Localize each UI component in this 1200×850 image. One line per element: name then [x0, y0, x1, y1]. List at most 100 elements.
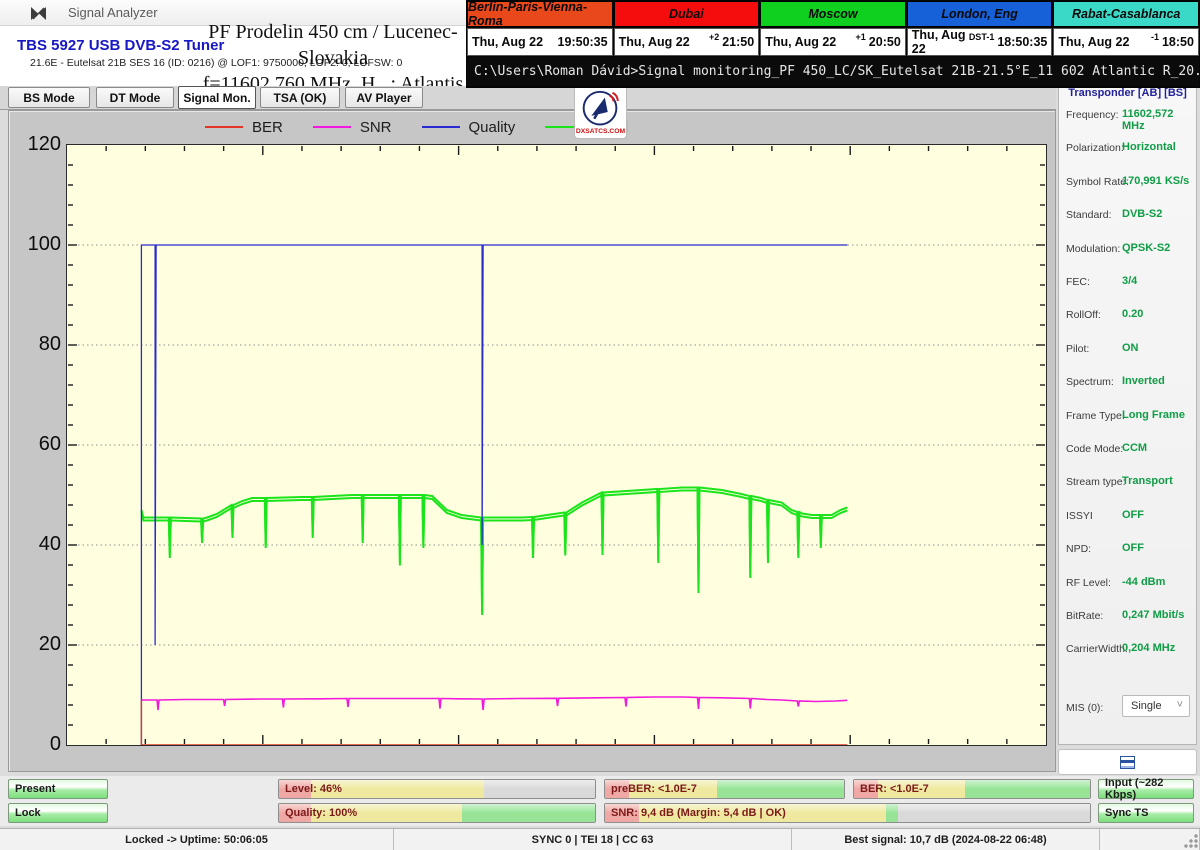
clock-time: 21:50: [722, 35, 754, 49]
transponder-row-code-mode-: Code Mode:CCM: [1059, 439, 1196, 461]
param-value: OFF: [1122, 542, 1144, 554]
legend-item-quality: Quality: [422, 119, 516, 136]
transponder-row-modulation-: Modulation:QPSK-S2: [1059, 239, 1196, 261]
param-value: 170,991 KS/s: [1122, 175, 1189, 187]
clock-offset: DST-1: [969, 32, 995, 42]
param-value: 0.20: [1122, 308, 1143, 320]
clock-date: Thu, Aug 22: [765, 35, 855, 49]
status-badge-present: Present: [8, 779, 108, 799]
param-value: DVB-S2: [1122, 208, 1162, 220]
series-ber: [141, 700, 847, 745]
param-value: CCM: [1122, 442, 1147, 454]
param-label: Symbol Rate:: [1066, 176, 1129, 188]
clock-date: Thu, Aug 22: [912, 28, 969, 56]
y-tick-label: 100: [15, 233, 61, 256]
tab-tsa-ok-[interactable]: TSA (OK): [260, 87, 340, 108]
clock-time-cell: Thu, Aug 22+120:50: [760, 28, 906, 56]
param-value: Long Frame: [1122, 409, 1185, 421]
clock-time: 20:50: [869, 35, 901, 49]
dish-location-text: PF Prodelin 450 cm / Lucenec-Slovakia: [178, 19, 488, 71]
param-label: Code Mode:: [1066, 443, 1123, 455]
param-label: BitRate:: [1066, 610, 1103, 622]
legend-swatch: [205, 126, 243, 128]
gauge-level: Level: 46%: [278, 779, 596, 799]
series-snr: [141, 697, 847, 710]
transponder-info-panel: Transponder [AB] [BS] Frequency:11602,57…: [1058, 85, 1197, 745]
clock-date: Thu, Aug 22: [619, 35, 709, 49]
y-tick-label: 0: [15, 733, 61, 756]
clock-offset: +2: [709, 32, 719, 42]
dxsatcs-logo: DXSATCS.COM: [574, 85, 627, 139]
legend-swatch: [313, 126, 351, 128]
gauge-label: Level: 46%: [285, 783, 342, 795]
gauge-quality: Quality: 100%: [278, 803, 596, 823]
param-label: RF Level:: [1066, 577, 1111, 589]
status-badge-input-282-kbps-: Input (~282 Kbps): [1098, 779, 1194, 799]
param-value: QPSK-S2: [1122, 242, 1170, 254]
clock-time-cell: Thu, Aug 22DST-118:50:35: [907, 28, 1053, 56]
tab-signal-mon-[interactable]: Signal Mon.: [178, 86, 256, 109]
terminal-prompt-line[interactable]: C:\Users\Roman Dávid>Signal monitoring_P…: [467, 57, 1199, 86]
clock-time-cell: Thu, Aug 22+221:50: [614, 28, 760, 56]
clock-city: Moscow: [760, 1, 906, 27]
window-title: Signal Analyzer: [68, 5, 158, 20]
mis-select[interactable]: Single ˅: [1122, 695, 1190, 717]
series-level: [141, 491, 847, 616]
legend-label: SNR: [360, 119, 392, 136]
stream-table-button[interactable]: [1058, 749, 1197, 775]
clock-date: Thu, Aug 22: [1058, 35, 1151, 49]
param-label: Stream type:: [1066, 476, 1126, 488]
param-value: -44 dBm: [1122, 576, 1165, 588]
gauge-ber: BER: <1.0E-7: [853, 779, 1091, 799]
transponder-row-frame-type-: Frame Type:Long Frame: [1059, 406, 1196, 428]
series-level: [141, 488, 847, 613]
transponder-row-frequency-: Frequency:11602,572 MHz: [1059, 105, 1196, 127]
chevron-down-icon: ˅: [1177, 699, 1183, 711]
clock-city: Berlin-Paris-Vienna-Roma: [467, 1, 613, 27]
legend-label: Quality: [469, 119, 516, 136]
param-label: Pilot:: [1066, 343, 1089, 355]
status-band: Present Lock Input (~282 Kbps) Sync TS Level…: [0, 776, 1200, 826]
transponder-row-polarization-: Polarization:Horizontal: [1059, 138, 1196, 160]
legend-swatch: [422, 126, 460, 128]
transponder-row-stream-type-: Stream type:Transport: [1059, 472, 1196, 494]
clock-time-row: Thu, Aug 2219:50:35Thu, Aug 22+221:50Thu…: [467, 28, 1199, 56]
param-value: OFF: [1122, 509, 1144, 521]
clock-offset: -1: [1151, 32, 1159, 42]
param-label: Frame Type:: [1066, 410, 1125, 422]
table-icon: [1120, 756, 1135, 769]
tab-av-player[interactable]: AV Player: [345, 87, 423, 108]
tab-dt-mode[interactable]: DT Mode: [96, 87, 174, 108]
clock-time-cell: Thu, Aug 2219:50:35: [467, 28, 613, 56]
signal-monitor-chart-panel: BERSNRQualityLevel 120100806040200: [8, 110, 1056, 772]
legend-item-ber: BER: [205, 119, 283, 136]
transponder-row-rolloff-: RollOff: 0.20: [1059, 305, 1196, 327]
transponder-row-rf-level-: RF Level: -44 dBm: [1059, 573, 1196, 595]
chart-legend: BERSNRQualityLevel: [205, 115, 628, 139]
signal-analyzer-window: Signal Analyzer TBS 5927 USB DVB-S2 Tune…: [0, 0, 1200, 850]
transponder-panel-header: Transponder [AB] [BS]: [1059, 87, 1196, 99]
footer-section-1: SYNC 0 | TEI 18 | CC 63: [394, 829, 792, 850]
transponder-row-standard-: Standard:DVB-S2: [1059, 205, 1196, 227]
param-label: RollOff:: [1066, 309, 1101, 321]
gauge-preber: preBER: <1.0E-7: [604, 779, 845, 799]
gauge-label: Quality: 100%: [285, 807, 357, 819]
tab-bs-mode[interactable]: BS Mode: [8, 87, 90, 108]
transponder-row-issyi: ISSYIOFF: [1059, 506, 1196, 528]
transponder-row-symbol-rate-: Symbol Rate:170,991 KS/s: [1059, 172, 1196, 194]
transponder-row-spectrum-: Spectrum: Inverted: [1059, 372, 1196, 394]
clock-date: Thu, Aug 22: [472, 35, 558, 49]
legend-label: BER: [252, 119, 283, 136]
mis-selected-value: Single: [1131, 700, 1162, 712]
status-badge-sync-ts: Sync TS: [1098, 803, 1194, 823]
param-value: Inverted: [1122, 375, 1165, 387]
gauge-snr: SNR: 9,4 dB (Margin: 5,4 dB | OK): [604, 803, 1091, 823]
status-badge-lock: Lock: [8, 803, 108, 823]
param-label: Spectrum:: [1066, 376, 1114, 388]
chart-plot-area: [66, 144, 1047, 746]
gauge-label: BER: <1.0E-7: [860, 783, 929, 795]
status-footer: Locked -> Uptime: 50:06:05SYNC 0 | TEI 1…: [0, 828, 1200, 850]
footer-section-0: Locked -> Uptime: 50:06:05: [0, 829, 394, 850]
footer-section-3: [1100, 829, 1200, 850]
mode-tab-bar: BS Mode DT ModeSignal Mon.TSA (OK)AV Play…: [0, 86, 1056, 110]
